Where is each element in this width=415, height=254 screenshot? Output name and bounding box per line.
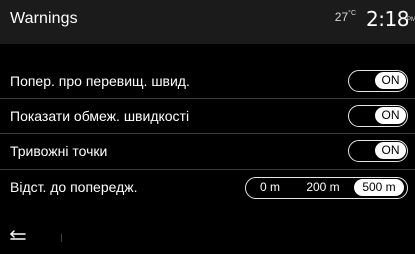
clock-ampm: PM	[407, 17, 415, 23]
speed-limits-toggle[interactable]: ON	[348, 105, 408, 127]
setting-label: Відст. до попередж.	[10, 179, 138, 195]
clock-time: 2:18	[366, 7, 409, 31]
distance-option-500m[interactable]: 500 m	[354, 179, 404, 196]
setting-row-alert-points[interactable]: Тривожні точки ON	[0, 134, 415, 168]
temperature-unit: °C	[348, 10, 356, 17]
setting-label: Тривожні точки	[10, 143, 108, 159]
setting-label: Показати обмеж. швидкості	[10, 108, 190, 124]
back-arrow-icon[interactable]	[8, 228, 30, 244]
page-title: Warnings	[10, 10, 78, 27]
toggle-state: ON	[375, 107, 406, 124]
header-bar: Warnings 27°C 2:18 PM	[0, 0, 415, 44]
speed-warning-toggle[interactable]: ON	[348, 70, 408, 92]
toggle-state: ON	[375, 72, 406, 89]
alert-points-toggle[interactable]: ON	[348, 140, 408, 162]
warning-distance-selector[interactable]: 0 m 200 m 500 m	[245, 177, 408, 199]
distance-option-200m[interactable]: 200 m	[301, 179, 345, 196]
setting-row-speed-warning[interactable]: Попер. про перевищ. швид. ON	[0, 64, 415, 98]
setting-label: Попер. про перевищ. швид.	[10, 73, 190, 89]
warnings-screen: Warnings 27°C 2:18 PM Попер. про перевищ…	[0, 0, 415, 254]
setting-row-warning-distance: Відст. до попередж. 0 m 200 m 500 m	[0, 170, 415, 204]
setting-row-speed-limits[interactable]: Показати обмеж. швидкості ON	[0, 99, 415, 133]
distance-option-0m[interactable]: 0 m	[255, 179, 285, 196]
footer-separator	[61, 234, 62, 242]
temperature-value: 27	[334, 10, 349, 24]
toggle-state: ON	[375, 142, 406, 159]
